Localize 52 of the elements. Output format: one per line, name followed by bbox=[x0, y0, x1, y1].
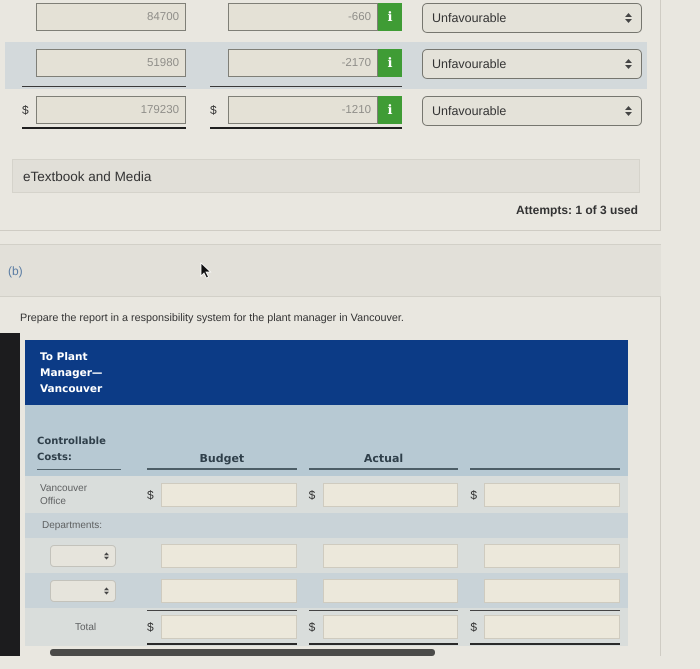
currency-sign: $ bbox=[210, 103, 218, 117]
info-button[interactable]: i bbox=[378, 3, 402, 31]
currency-sign: $ bbox=[470, 488, 478, 502]
amount-field[interactable]: 179230 bbox=[36, 96, 186, 124]
info-button[interactable]: i bbox=[378, 49, 402, 77]
variance-field[interactable]: -660 bbox=[228, 3, 378, 31]
amount-field[interactable] bbox=[322, 614, 458, 638]
assessment-select[interactable]: Unfavourable bbox=[422, 96, 642, 126]
amount-field[interactable] bbox=[322, 578, 458, 602]
amount-field[interactable]: 84700 bbox=[36, 3, 186, 31]
variance-field[interactable]: -1210 bbox=[228, 96, 378, 124]
part-label: (b) bbox=[8, 264, 23, 278]
updown-caret-icon bbox=[625, 106, 632, 116]
assessment-select[interactable]: Unfavourable bbox=[422, 49, 642, 79]
mouse-cursor-icon bbox=[200, 262, 212, 279]
updown-caret-icon bbox=[625, 59, 632, 69]
updown-caret-icon bbox=[625, 13, 632, 23]
department-select[interactable] bbox=[50, 580, 116, 602]
department-select[interactable] bbox=[50, 544, 116, 566]
column-heading: Budget bbox=[199, 452, 244, 465]
amount-field[interactable] bbox=[161, 544, 297, 568]
amount-field[interactable]: 51980 bbox=[36, 49, 186, 77]
currency-sign: $ bbox=[22, 103, 30, 117]
amount-field[interactable] bbox=[322, 482, 458, 506]
info-button[interactable]: i bbox=[378, 96, 402, 124]
amount-field[interactable] bbox=[484, 614, 620, 638]
variance-field[interactable]: -2170 bbox=[228, 49, 378, 77]
amount-field[interactable] bbox=[322, 544, 458, 568]
column-heading: Actual bbox=[364, 452, 404, 465]
report-title: To Plant Manager—Vancouver bbox=[40, 350, 104, 397]
currency-sign: $ bbox=[147, 488, 155, 502]
amount-field[interactable] bbox=[161, 482, 297, 506]
currency-sign: $ bbox=[308, 488, 316, 502]
amount-field[interactable] bbox=[484, 578, 620, 602]
amount-field[interactable] bbox=[484, 482, 620, 506]
stub-heading: Controllable Costs: bbox=[37, 435, 107, 465]
instruction-text: Prepare the report in a responsibility system for the plant manager in Vancouver. bbox=[20, 312, 405, 325]
row-label: Departments: bbox=[42, 519, 102, 532]
currency-sign: $ bbox=[308, 620, 316, 634]
currency-sign: $ bbox=[147, 620, 155, 634]
amount-field[interactable] bbox=[484, 544, 620, 568]
assessment-select[interactable]: Unfavourable bbox=[422, 3, 642, 33]
attempts-counter: Attempts: 1 of 3 used bbox=[516, 203, 638, 217]
amount-field[interactable] bbox=[161, 614, 297, 638]
currency-sign: $ bbox=[470, 620, 478, 634]
amount-field[interactable] bbox=[161, 578, 297, 602]
row-label: Vancouver Office bbox=[40, 482, 88, 508]
media-section-toggle[interactable]: eTextbook and Media bbox=[12, 159, 640, 193]
row-label: Total bbox=[75, 620, 96, 634]
updown-caret-icon bbox=[104, 586, 109, 594]
horizontal-scrollbar[interactable] bbox=[50, 649, 435, 656]
updown-caret-icon bbox=[104, 552, 109, 560]
